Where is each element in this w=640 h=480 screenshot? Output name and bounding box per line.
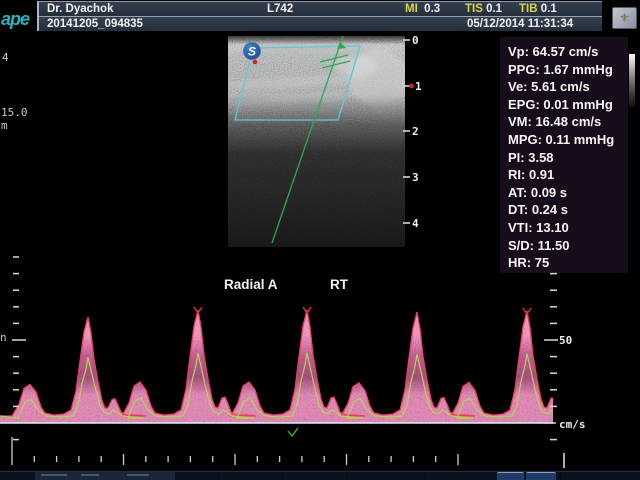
measurement-row: PI: 3.58 <box>508 149 628 167</box>
exam-id: 20141205_094835 <box>47 18 143 30</box>
footer-menu-segment[interactable] <box>35 472 175 480</box>
mi-value: 0.3 <box>424 3 440 15</box>
mi-label: MI <box>405 3 418 15</box>
measurement-row: EPG: 0.01 mmHg <box>508 96 628 114</box>
svg-text:0: 0 <box>412 36 419 47</box>
footer-menu-bar[interactable] <box>0 471 640 480</box>
measurement-row: PPG: 1.67 mmHg <box>508 61 628 79</box>
measurement-row: VTI: 13.10 <box>508 219 628 237</box>
footer-button-1[interactable] <box>497 472 524 480</box>
measurement-row: Ve: 5.61 cm/s <box>508 78 628 96</box>
tib-value: 0.1 <box>541 3 557 15</box>
patient-name: Dr. Dyachok <box>47 3 113 15</box>
svg-text:3: 3 <box>412 171 419 184</box>
measurement-row: MPG: 0.11 mmHg <box>508 131 628 149</box>
orientation-dot <box>253 60 258 65</box>
spectral-display: 50 cm/s <box>0 250 640 480</box>
measurement-row: DT: 0.24 s <box>508 201 628 219</box>
bmode-image: S <box>228 36 405 247</box>
tis-label: TIS <box>465 3 483 15</box>
tib-label: TIB <box>519 3 538 15</box>
tis-value: 0.1 <box>486 3 502 15</box>
measurements-list: Vp: 64.57 cm/sPPG: 1.67 mmHgVe: 5.61 cm/… <box>508 43 628 272</box>
grayscale-bar <box>629 54 635 107</box>
probe-name: L742 <box>267 3 293 15</box>
svg-text:2: 2 <box>412 125 419 138</box>
param-fragment-1: 4 <box>2 51 9 64</box>
measurement-row: Vp: 64.57 cm/s <box>508 43 628 61</box>
focus-marker <box>409 84 414 89</box>
param-fragment-2: 15.0 <box>1 106 28 119</box>
measurement-row: VM: 16.48 cm/s <box>508 113 628 131</box>
param-fragment-3: m <box>1 119 8 132</box>
measurement-row: RI: 0.91 <box>508 166 628 184</box>
velocity-scale-label: 50 <box>559 334 572 347</box>
vendor-logo-fragment: ape <box>1 9 37 31</box>
footer-button-2[interactable] <box>526 472 556 480</box>
header-row-2: 20141205_094835 05/12/2014 11:31:34 <box>39 17 602 31</box>
header-row-1: Dr. Dyachok L742 MI 0.3 TIS 0.1 TIB 0.1 <box>39 2 602 17</box>
svg-text:S: S <box>248 45 256 59</box>
ultrasound-screen: ape Dr. Dyachok L742 MI 0.3 TIS 0.1 TIB … <box>0 0 640 480</box>
measurement-row: AT: 0.09 s <box>508 184 628 202</box>
velocity-unit-label: cm/s <box>559 418 586 431</box>
svg-text:4: 4 <box>412 217 419 230</box>
exam-datetime: 05/12/2014 11:31:34 <box>467 18 573 30</box>
header-bar: Dr. Dyachok L742 MI 0.3 TIS 0.1 TIB 0.1 … <box>37 1 602 31</box>
image-thumbnail-icon[interactable]: ⚜ <box>612 7 637 29</box>
measurements-panel: Vp: 64.57 cm/sPPG: 1.67 mmHgVe: 5.61 cm/… <box>500 37 628 273</box>
depth-scale: 0 1 2 3 4 <box>398 36 428 236</box>
time-scale <box>12 437 458 465</box>
svg-text:1: 1 <box>415 80 422 93</box>
trace-check-marker <box>288 428 298 436</box>
